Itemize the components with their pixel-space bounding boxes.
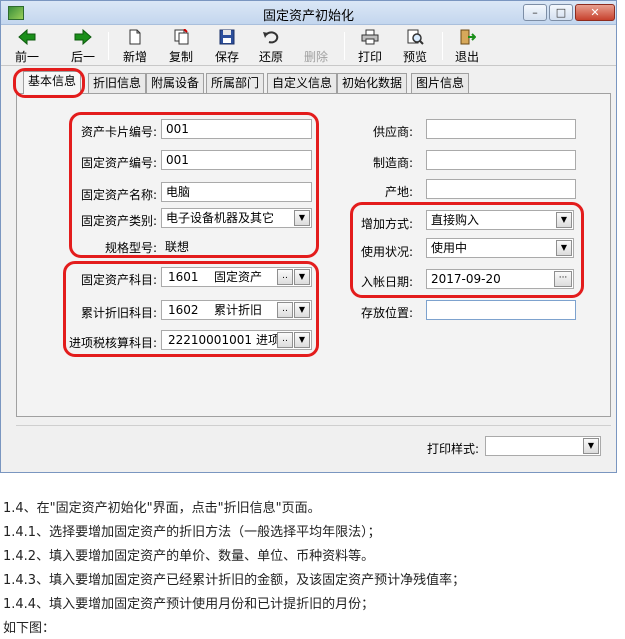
account-select[interactable]: 1601 固定资产 .. ▼	[161, 267, 312, 287]
restore-button[interactable]: 还原	[251, 28, 291, 64]
new-document-icon	[126, 29, 144, 45]
instruction-line: 1.4、在"固定资产初始化"界面，点击"折旧信息"页面。	[3, 501, 321, 516]
asset-init-window: 固定资产初始化 – □ ✕ 前一 后一 新增 复制 保存 还原 删除 打印 预览…	[0, 0, 617, 473]
printer-icon	[361, 29, 379, 45]
maximize-button[interactable]: □	[549, 4, 573, 21]
print-button[interactable]: 打印	[350, 28, 390, 64]
depr-account-name: 累计折旧	[214, 303, 263, 317]
exit-button[interactable]: 退出	[447, 28, 487, 64]
use-status-value: 使用中	[431, 241, 468, 255]
model-label: 规格型号:	[104, 241, 157, 255]
ellipsis-icon[interactable]: ..	[277, 332, 293, 348]
toolbar-separator	[108, 32, 109, 60]
category-value: 电子设备机器及其它	[166, 211, 275, 225]
preview-button[interactable]: 预览	[395, 28, 435, 64]
chevron-down-icon[interactable]: ▼	[583, 438, 599, 454]
origin-label: 产地:	[384, 185, 413, 199]
print-style-select[interactable]: ▼	[485, 436, 601, 456]
chevron-down-icon[interactable]: ▼	[556, 212, 572, 228]
ellipsis-icon[interactable]: ..	[277, 269, 293, 285]
tab-custom-info[interactable]: 自定义信息	[267, 73, 338, 93]
copy-icon	[172, 28, 190, 45]
toolbar-separator	[344, 32, 345, 60]
instruction-line: 1.4.3、填入要增加固定资产已经累计折旧的金额，及该固定资产预计净残值率；	[3, 573, 466, 588]
entry-date-input[interactable]: 2017-09-20 ···	[426, 269, 574, 289]
depr-account-select[interactable]: 1602 累计折旧 .. ▼	[161, 300, 312, 320]
tax-account-label: 进项税核算科目:	[68, 336, 157, 350]
card-no-input[interactable]: 001	[161, 119, 312, 139]
entry-date-value: 2017-09-20	[431, 272, 501, 286]
page-background	[0, 473, 625, 481]
chevron-down-icon[interactable]: ▼	[294, 269, 310, 285]
account-name: 固定资产	[214, 270, 263, 284]
depr-account-code: 1602	[168, 303, 199, 317]
tax-account-code: 22210001001	[168, 333, 252, 347]
entry-date-label: 入帐日期:	[360, 275, 413, 289]
instruction-line: 如下图：	[3, 621, 56, 636]
save-button[interactable]: 保存	[207, 28, 247, 64]
add-method-select[interactable]: 直接购入 ▼	[426, 210, 574, 230]
add-method-value: 直接购入	[431, 213, 480, 227]
floppy-disk-icon	[218, 29, 236, 45]
tab-image-info[interactable]: 图片信息	[411, 73, 470, 93]
chevron-down-icon[interactable]: ▼	[294, 210, 310, 226]
prev-button[interactable]: 前一	[7, 28, 47, 64]
instruction-line: 1.4.2、填入要增加固定资产的单价、数量、单位、币种资料等。	[3, 549, 375, 564]
undo-icon	[262, 29, 280, 45]
chevron-down-icon[interactable]: ▼	[294, 302, 310, 318]
use-status-label: 使用状况:	[360, 245, 413, 259]
location-input[interactable]	[426, 300, 576, 320]
arrow-left-icon	[18, 28, 36, 46]
supplier-input[interactable]	[426, 119, 576, 139]
delete-icon	[307, 29, 325, 45]
arrow-right-icon	[74, 28, 92, 46]
use-status-select[interactable]: 使用中 ▼	[426, 238, 574, 258]
exit-door-icon	[458, 29, 477, 45]
card-no-label: 资产卡片编号:	[80, 125, 157, 139]
add-button[interactable]: 新增	[115, 28, 155, 64]
tax-account-select[interactable]: 22210001001 进项 .. ▼	[161, 330, 312, 350]
tab-init-data[interactable]: 初始化数据	[337, 73, 408, 93]
supplier-label: 供应商:	[372, 125, 413, 139]
model-value: 联想	[165, 240, 190, 254]
category-select[interactable]: 电子设备机器及其它 ▼	[161, 208, 312, 228]
minimize-button[interactable]: –	[523, 4, 547, 21]
location-label: 存放位置:	[360, 306, 413, 320]
next-button[interactable]: 后一	[63, 28, 103, 64]
tab-depreciation[interactable]: 折旧信息	[88, 73, 147, 93]
account-label: 固定资产科目:	[80, 273, 157, 287]
manufacturer-input[interactable]	[426, 150, 576, 170]
copy-button[interactable]: 复制	[161, 28, 201, 64]
add-method-label: 增加方式:	[360, 217, 413, 231]
print-style-label: 打印样式:	[426, 442, 479, 456]
delete-button[interactable]: 删除	[296, 28, 336, 64]
toolbar: 前一 后一 新增 复制 保存 还原 删除 打印 预览 退出	[1, 26, 616, 66]
ellipsis-icon[interactable]: ···	[554, 271, 572, 287]
asset-no-input[interactable]: 001	[161, 150, 312, 170]
account-code: 1601	[168, 270, 199, 284]
manufacturer-label: 制造商:	[372, 156, 413, 170]
depr-account-label: 累计折旧科目:	[80, 306, 157, 320]
instruction-line: 1.4.4、填入要增加固定资产预计使用月份和已计提折旧的月份；	[3, 597, 375, 612]
origin-input[interactable]	[426, 179, 576, 199]
tab-basic-info[interactable]: 基本信息	[23, 71, 82, 94]
asset-name-input[interactable]: 电脑	[161, 182, 312, 202]
category-label: 固定资产类别:	[80, 214, 157, 228]
page-background	[617, 0, 625, 473]
toolbar-separator	[442, 32, 443, 60]
ellipsis-icon[interactable]: ..	[277, 302, 293, 318]
tab-attached-equipment[interactable]: 附属设备	[146, 73, 205, 93]
tab-department[interactable]: 所属部门	[206, 73, 265, 93]
asset-name-label: 固定资产名称:	[80, 188, 157, 202]
chevron-down-icon[interactable]: ▼	[294, 332, 310, 348]
title-bar[interactable]: 固定资产初始化 – □ ✕	[1, 1, 616, 25]
instruction-line: 1.4.1、选择要增加固定资产的折旧方法（一般选择平均年限法）；	[3, 525, 381, 540]
close-button[interactable]: ✕	[575, 4, 615, 21]
magnifier-icon	[406, 29, 424, 45]
asset-no-label: 固定资产编号:	[80, 156, 157, 170]
chevron-down-icon[interactable]: ▼	[556, 240, 572, 256]
